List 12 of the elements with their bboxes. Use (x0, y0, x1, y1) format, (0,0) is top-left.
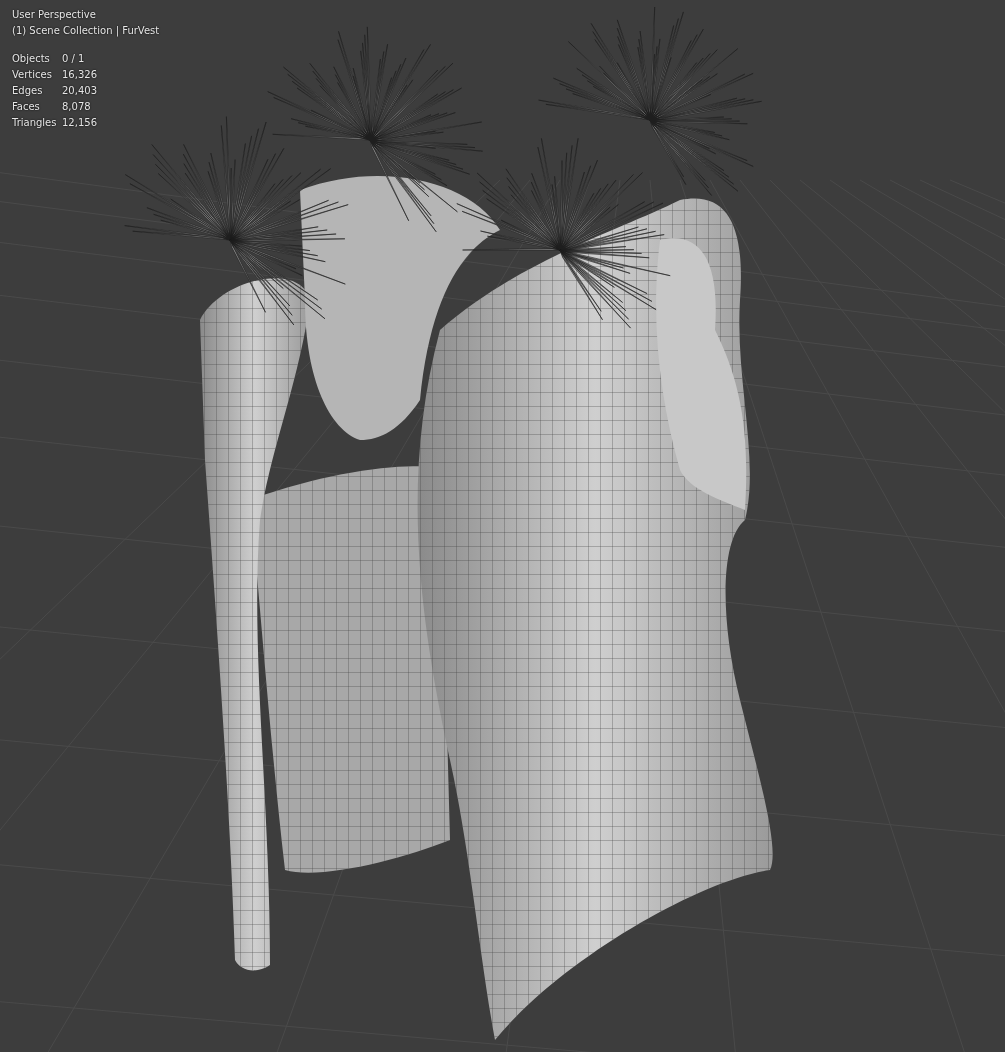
statistic-label: Objects (12, 52, 51, 66)
statistic-value: 16,326 (62, 68, 98, 82)
scene-context: (1) Scene Collection | FurVest (12, 24, 160, 39)
statistic-label: Edges (12, 84, 44, 98)
view-name: User Perspective (12, 8, 97, 22)
statistic-value: 20,403 (62, 84, 98, 98)
statistic-label: Faces (12, 100, 41, 114)
statistic-value: 12,156 (62, 116, 98, 130)
statistic-label: Triangles (12, 116, 58, 130)
statistic-label: Vertices (12, 68, 53, 82)
statistic-value: 0 / 1 (62, 52, 86, 66)
statistic-value: 8,078 (62, 100, 92, 114)
